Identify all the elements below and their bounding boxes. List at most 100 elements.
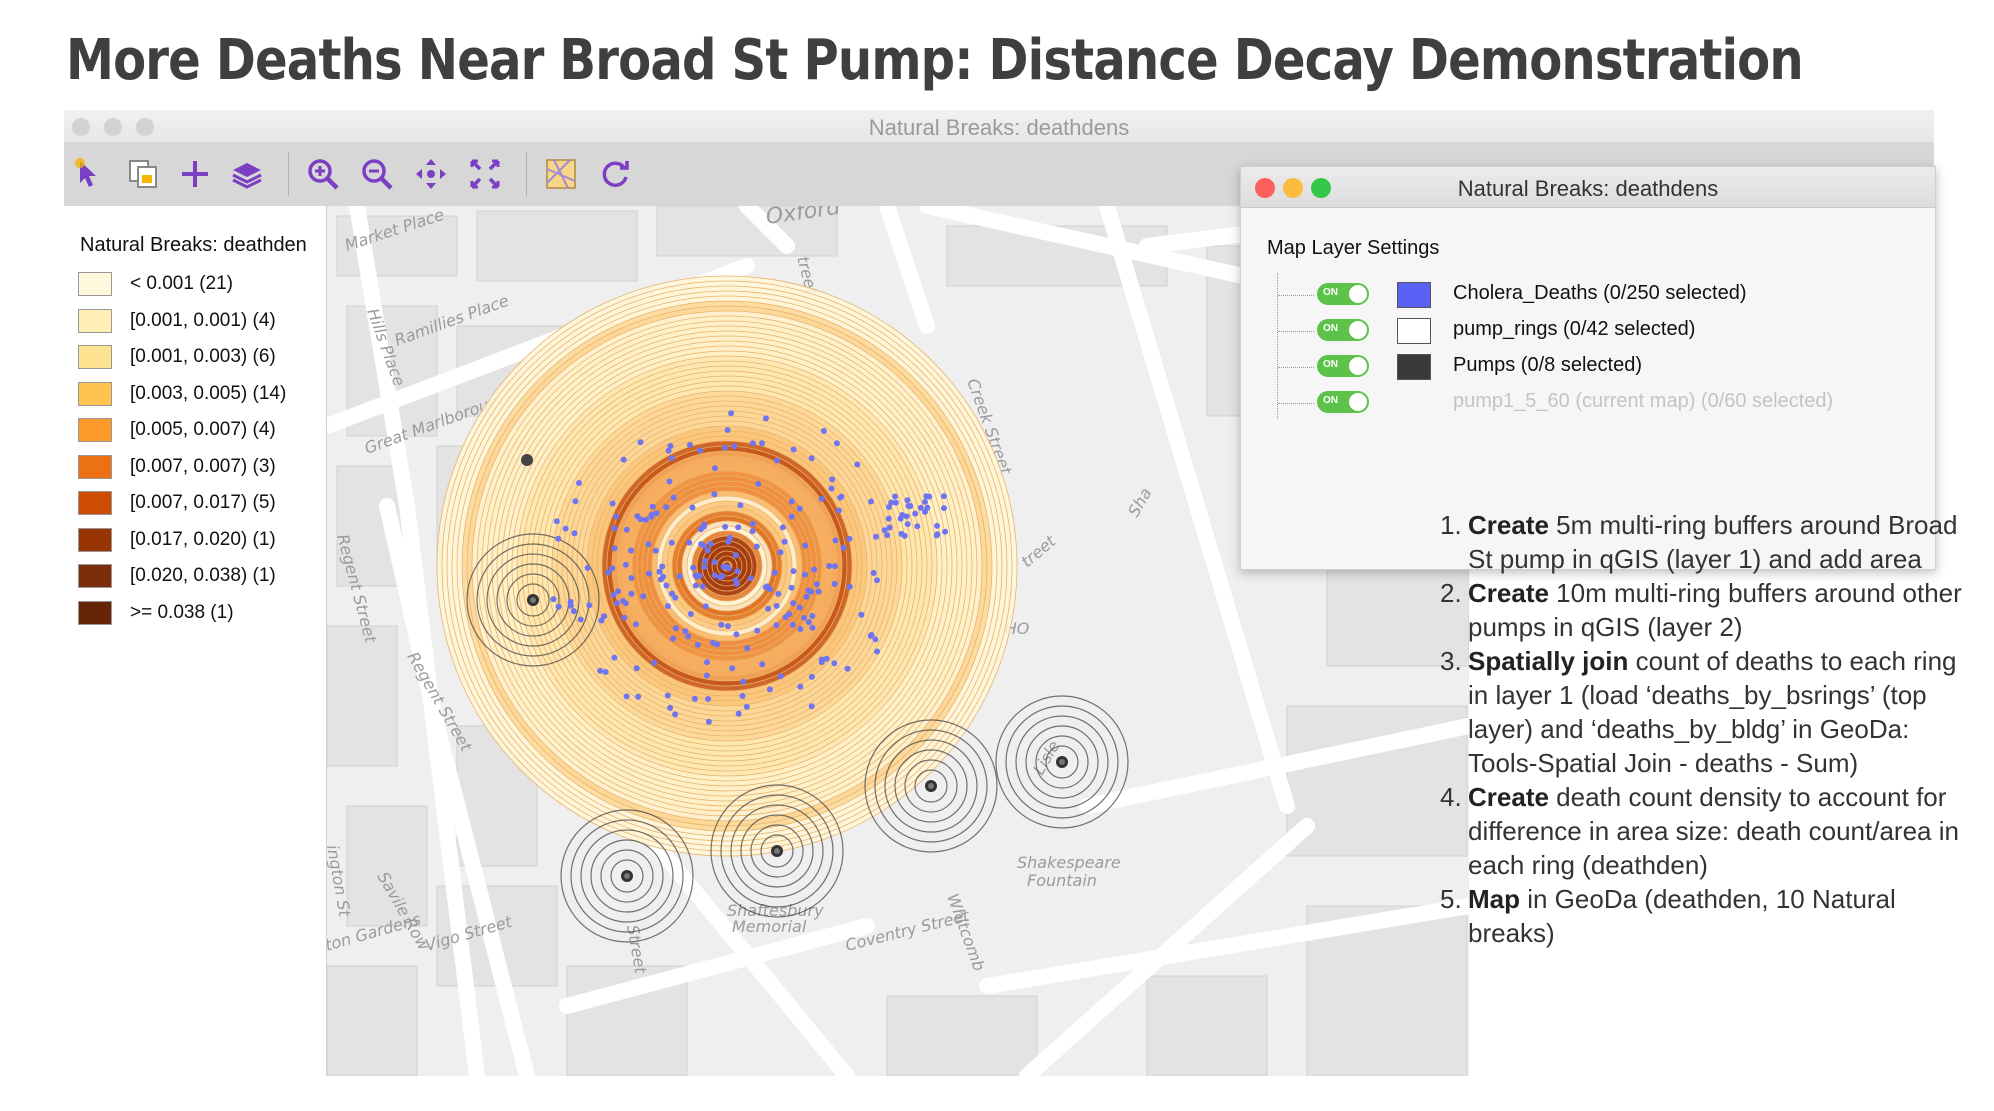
legend-item[interactable]: [0.005, 0.007) (4) xyxy=(78,416,276,444)
basemap-icon[interactable] xyxy=(542,155,580,193)
zoom-out-icon[interactable] xyxy=(358,155,396,193)
cholera-death-point xyxy=(808,673,815,680)
cholera-death-point xyxy=(584,564,591,571)
cholera-death-point xyxy=(892,493,898,500)
legend-swatch xyxy=(78,308,112,333)
cholera-death-point xyxy=(801,614,807,621)
cholera-death-point xyxy=(668,539,675,546)
select-arrow-icon[interactable] xyxy=(70,155,108,193)
cholera-death-point xyxy=(826,563,833,569)
cholera-death-point xyxy=(854,461,861,468)
layer-row[interactable]: ON pump_rings (0/42 selected) xyxy=(1241,315,1931,345)
cholera-death-point xyxy=(762,415,769,422)
cholera-death-point xyxy=(942,528,949,535)
cholera-death-point xyxy=(615,588,622,595)
legend-label: [0.005, 0.007) (4) xyxy=(130,419,276,440)
street-label: treet xyxy=(1017,531,1060,571)
legend-swatch xyxy=(78,527,112,552)
cholera-death-point xyxy=(670,635,676,642)
cholera-death-point xyxy=(711,572,718,579)
cholera-death-point xyxy=(571,530,578,537)
cholera-death-point xyxy=(884,532,891,539)
cholera-death-point xyxy=(733,631,740,638)
cholera-death-point xyxy=(924,504,931,511)
cholera-death-point xyxy=(609,565,616,572)
cholera-death-point xyxy=(668,455,675,461)
cholera-death-point xyxy=(663,504,670,511)
cholera-death-point xyxy=(724,623,731,630)
cholera-death-point xyxy=(753,543,760,550)
legend-item[interactable]: [0.007, 0.017) (5) xyxy=(78,489,276,517)
legend-item[interactable]: >= 0.038 (1) xyxy=(78,599,234,627)
layer-visibility-toggle[interactable]: ON xyxy=(1317,391,1369,413)
copy-image-icon[interactable] xyxy=(124,155,162,193)
cholera-death-point xyxy=(828,485,835,492)
layer-visibility-toggle[interactable]: ON xyxy=(1317,283,1369,305)
cholera-death-point xyxy=(735,710,742,717)
layer-visibility-toggle[interactable]: ON xyxy=(1317,319,1369,341)
layer-visibility-toggle[interactable]: ON xyxy=(1317,355,1369,377)
cholera-death-point xyxy=(682,628,689,635)
layer-swatch[interactable] xyxy=(1397,282,1431,308)
window-titlebar: Natural Breaks: deathdens xyxy=(64,110,1934,142)
instruction-step: 2. Create 10m multi-ring buffers around o… xyxy=(1412,576,1972,644)
cholera-death-point xyxy=(749,528,756,535)
legend-item[interactable]: [0.003, 0.005) (14) xyxy=(78,380,286,408)
cholera-death-point xyxy=(620,456,627,463)
layer-row[interactable]: ON Pumps (0/8 selected) xyxy=(1241,351,1931,381)
cholera-death-point xyxy=(685,633,692,640)
cholera-death-point xyxy=(885,515,892,522)
layer-row[interactable]: ON pump1_5_60 (current map) (0/60 selecte… xyxy=(1241,387,1931,417)
legend-item[interactable]: [0.001, 0.003) (6) xyxy=(78,343,276,371)
legend-label: [0.003, 0.005) (14) xyxy=(130,382,287,404)
cholera-death-point xyxy=(724,427,731,433)
cholera-death-point xyxy=(634,513,641,520)
zoom-in-icon[interactable] xyxy=(304,155,342,193)
cholera-death-point xyxy=(803,593,810,600)
legend-item[interactable]: [0.017, 0.020) (1) xyxy=(78,526,276,554)
cholera-death-point xyxy=(809,624,816,631)
cholera-death-point xyxy=(831,563,838,570)
toggle-on-label: ON xyxy=(1323,287,1338,298)
cholera-death-point xyxy=(613,513,620,520)
cholera-death-point xyxy=(870,570,877,576)
step-number: 3. xyxy=(1440,646,1462,676)
legend-item[interactable]: [0.007, 0.007) (3) xyxy=(78,453,276,481)
layer-row[interactable]: ON Cholera_Deaths (0/250 selected) xyxy=(1241,279,1931,309)
add-layer-plus-icon[interactable] xyxy=(176,155,214,193)
cholera-death-point xyxy=(690,564,697,571)
layer-swatch[interactable] xyxy=(1397,354,1431,380)
dialog-titlebar: Natural Breaks: deathdens xyxy=(1241,167,1935,208)
cholera-death-point xyxy=(651,659,658,666)
cholera-death-point xyxy=(640,593,647,600)
pan-icon[interactable] xyxy=(412,155,450,193)
cholera-death-point xyxy=(598,617,605,624)
legend-swatch xyxy=(78,600,112,625)
cholera-death-point xyxy=(831,580,838,587)
layer-swatch[interactable] xyxy=(1397,318,1431,344)
cholera-death-point xyxy=(941,505,947,512)
cholera-death-point xyxy=(934,531,941,538)
legend-swatch xyxy=(78,454,112,479)
cholera-death-point xyxy=(648,513,655,520)
legend-swatch xyxy=(78,564,112,588)
cholera-death-point xyxy=(676,573,683,580)
refresh-icon[interactable] xyxy=(596,155,634,193)
layers-icon[interactable] xyxy=(228,155,266,193)
full-extent-icon[interactable] xyxy=(466,155,504,193)
layer-swatch[interactable] xyxy=(1397,390,1431,416)
cholera-death-point xyxy=(672,711,679,718)
cholera-death-point xyxy=(888,499,895,506)
street-label: Memorial xyxy=(732,917,807,936)
legend-item[interactable]: < 0.001 (21) xyxy=(78,270,233,298)
legend-item[interactable]: [0.001, 0.001) (4) xyxy=(78,307,276,335)
cholera-death-point xyxy=(702,603,709,610)
cholera-death-point xyxy=(666,478,673,485)
cholera-death-point xyxy=(777,673,784,680)
cholera-death-point xyxy=(808,703,815,710)
legend-item[interactable]: [0.020, 0.038) (1) xyxy=(78,562,276,590)
cholera-death-point xyxy=(628,590,635,597)
legend-swatch xyxy=(78,272,112,296)
cholera-death-point xyxy=(550,596,557,603)
window-title: Natural Breaks: deathdens xyxy=(868,115,1130,140)
